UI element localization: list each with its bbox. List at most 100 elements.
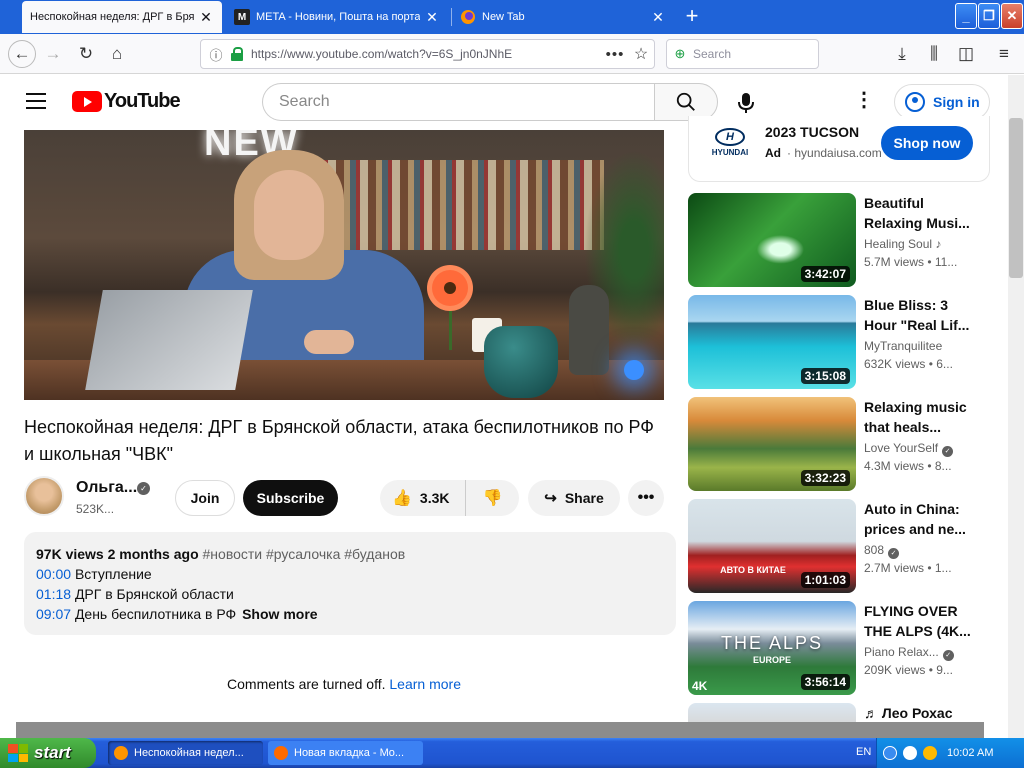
more-actions-button[interactable]: •••	[628, 480, 664, 516]
subscribe-button[interactable]: Subscribe	[243, 480, 338, 516]
search-engine-icon: ⊕	[674, 46, 686, 61]
duration-badge: 3:32:23	[800, 470, 850, 486]
start-button[interactable]: start	[0, 738, 96, 768]
learn-more-link[interactable]: Learn more	[389, 676, 461, 692]
channel-name: 808	[864, 543, 885, 557]
tab-close-icon[interactable]: ✕	[424, 9, 440, 26]
search-icon	[676, 92, 695, 111]
video-thumbnail[interactable]	[688, 703, 856, 722]
forward-arrow-icon[interactable]: →	[41, 42, 65, 66]
tray-network-icon[interactable]	[923, 746, 937, 760]
tray-arrow-icon[interactable]	[883, 746, 897, 760]
tab-close-icon[interactable]: ✕	[198, 9, 214, 26]
chapter-timestamp[interactable]: 00:00	[36, 566, 71, 582]
sign-in-button[interactable]: Sign in	[894, 84, 990, 120]
taskbar-item-youtube[interactable]: Неспокойная недел...	[108, 741, 263, 765]
chapter-timestamp[interactable]: 01:18	[36, 586, 71, 602]
settings-more-icon[interactable]: ⋮	[846, 87, 882, 117]
recommended-channel: Piano Relax... ✓	[864, 645, 954, 661]
tray-app-icon[interactable]	[903, 746, 917, 760]
recommended-title[interactable]: Blue Bliss: 3 Hour "Real Lif...	[864, 295, 974, 335]
tab-youtube[interactable]: Неспокойная неделя: ДРГ в Брянской ✕	[22, 1, 222, 33]
dislike-button[interactable]: 👎	[466, 488, 519, 508]
menu-icon[interactable]: ≡	[992, 42, 1016, 66]
video-frame-flower	[432, 270, 468, 306]
tab-new-tab[interactable]: New Tab ✕	[452, 1, 674, 33]
recommended-video[interactable]: THE ALPS EUROPE 4K 3:56:14 FLYING OVER T…	[688, 601, 988, 695]
youtube-logo[interactable]: YouTube	[72, 90, 181, 113]
browser-search-input[interactable]: ⊕ Search	[666, 39, 819, 69]
address-bar[interactable]: ⓘ https://www.youtube.com/watch?v=6S_jn0…	[200, 39, 655, 69]
language-indicator[interactable]: EN	[856, 746, 871, 758]
share-button[interactable]: ↪ Share	[528, 480, 620, 516]
info-icon[interactable]: ⓘ	[205, 45, 227, 64]
tab-close-icon[interactable]: ✕	[650, 9, 666, 26]
tab-meta[interactable]: M META - Новини, Пошта на порта ✕	[226, 1, 448, 33]
recommended-video[interactable]: 3:15:08 Blue Bliss: 3 Hour "Real Lif... …	[688, 295, 988, 389]
thumbnail-overlay-text: АВТО В КИТАЕ	[720, 565, 786, 575]
like-button[interactable]: 👍 3.3K	[380, 480, 466, 516]
recommended-title-partial[interactable]: ♬ Лео Рохас	[864, 705, 953, 721]
music-note-icon: ♪	[935, 237, 942, 251]
url-text[interactable]: https://www.youtube.com/watch?v=6S_jn0nJ…	[251, 47, 602, 61]
video-thumbnail[interactable]: АВТО В КИТАЕ 1:01:03	[688, 499, 856, 593]
ad-title: 2023 TUCSON	[765, 124, 860, 140]
browser-tab-bar: Неспокойная неделя: ДРГ в Брянской ✕ M M…	[0, 0, 1024, 34]
start-label: start	[34, 743, 71, 762]
video-thumbnail[interactable]: 3:15:08	[688, 295, 856, 389]
sidebar-icon[interactable]: ◫	[954, 42, 978, 66]
sponsored-ad-card[interactable]: H HYUNDAI 2023 TUCSON Ad · hyundaiusa.com…	[688, 116, 990, 182]
video-thumbnail[interactable]: 3:32:23	[688, 397, 856, 491]
recommended-title[interactable]: Auto in China: prices and ne...	[864, 499, 974, 539]
downloads-icon[interactable]: ⤓	[890, 42, 914, 66]
recommended-video[interactable]: 3:42:07 Beautiful Relaxing Musi... Heali…	[688, 193, 988, 287]
back-arrow-icon[interactable]: ←	[8, 40, 36, 68]
youtube-play-icon	[72, 91, 102, 112]
video-thumbnail[interactable]: 3:42:07	[688, 193, 856, 287]
video-frame-laptop	[85, 290, 253, 390]
recommended-channel: Healing Soul ♪	[864, 237, 941, 251]
taskbar-item-new-tab[interactable]: Новая вкладка - Mo...	[268, 741, 423, 765]
youtube-search-input[interactable]: Search	[262, 83, 655, 121]
lock-icon[interactable]	[229, 46, 245, 62]
bookmark-star-icon[interactable]: ☆	[628, 44, 654, 64]
chapter-timestamp[interactable]: 09:07	[36, 606, 71, 622]
video-player[interactable]: NEW	[24, 130, 664, 400]
home-icon[interactable]: ⌂	[105, 42, 129, 66]
maximize-button[interactable]: ❐	[978, 3, 1000, 29]
minimize-button[interactable]: _	[955, 3, 977, 29]
horizontal-scrollbar[interactable]	[16, 722, 984, 738]
duration-badge: 3:42:07	[800, 266, 850, 282]
recommended-stats: 209K views • 9...	[864, 663, 953, 677]
verified-badge-icon: ✓	[942, 446, 954, 457]
recommended-video[interactable]: АВТО В КИТАЕ 1:01:03 Auto in China: pric…	[688, 499, 988, 593]
video-thumbnail[interactable]: THE ALPS EUROPE 4K 3:56:14	[688, 601, 856, 695]
like-count: 3.3K	[419, 490, 450, 506]
tab-label: New Tab	[482, 11, 525, 23]
thumbnail-overlay-subtext: EUROPE	[752, 655, 791, 665]
reload-icon[interactable]: ↻	[74, 42, 98, 66]
join-button[interactable]: Join	[175, 480, 235, 516]
vertical-scrollbar-thumb[interactable]	[1009, 118, 1023, 278]
recommended-video[interactable]: 3:32:23 Relaxing music that heals... Lov…	[688, 397, 988, 491]
hashtags[interactable]: #новости #русалочка #буданов	[203, 546, 406, 562]
guide-menu-icon[interactable]	[26, 93, 46, 109]
shop-now-button[interactable]: Shop now	[881, 126, 973, 160]
library-icon[interactable]: ⫼	[922, 42, 946, 66]
new-tab-button[interactable]: +	[680, 5, 704, 29]
tab-label: Неспокойная неделя: ДРГ в Брянской	[30, 11, 194, 23]
chapter-row: 00:00 Вступление	[36, 564, 664, 584]
description-box[interactable]: 97K views 2 months ago #новости #русалоч…	[24, 532, 676, 635]
recommended-title[interactable]: Relaxing music that heals...	[864, 397, 974, 437]
comments-disabled-notice: Comments are turned off. Learn more	[24, 676, 664, 692]
page-actions-icon[interactable]: •••	[602, 46, 628, 63]
thumbnail-overlay-text: THE ALPS	[720, 633, 824, 653]
recommended-title[interactable]: Beautiful Relaxing Musi...	[864, 193, 974, 233]
channel-name[interactable]: Ольга...	[76, 479, 137, 497]
duration-badge: 3:56:14	[800, 674, 850, 690]
channel-avatar[interactable]	[24, 476, 64, 516]
recommended-title[interactable]: FLYING OVER THE ALPS (4K...	[864, 601, 974, 641]
show-more-button[interactable]: Show more	[242, 606, 317, 622]
4k-badge: 4K	[692, 679, 708, 693]
close-window-button[interactable]: ✕	[1001, 3, 1023, 29]
